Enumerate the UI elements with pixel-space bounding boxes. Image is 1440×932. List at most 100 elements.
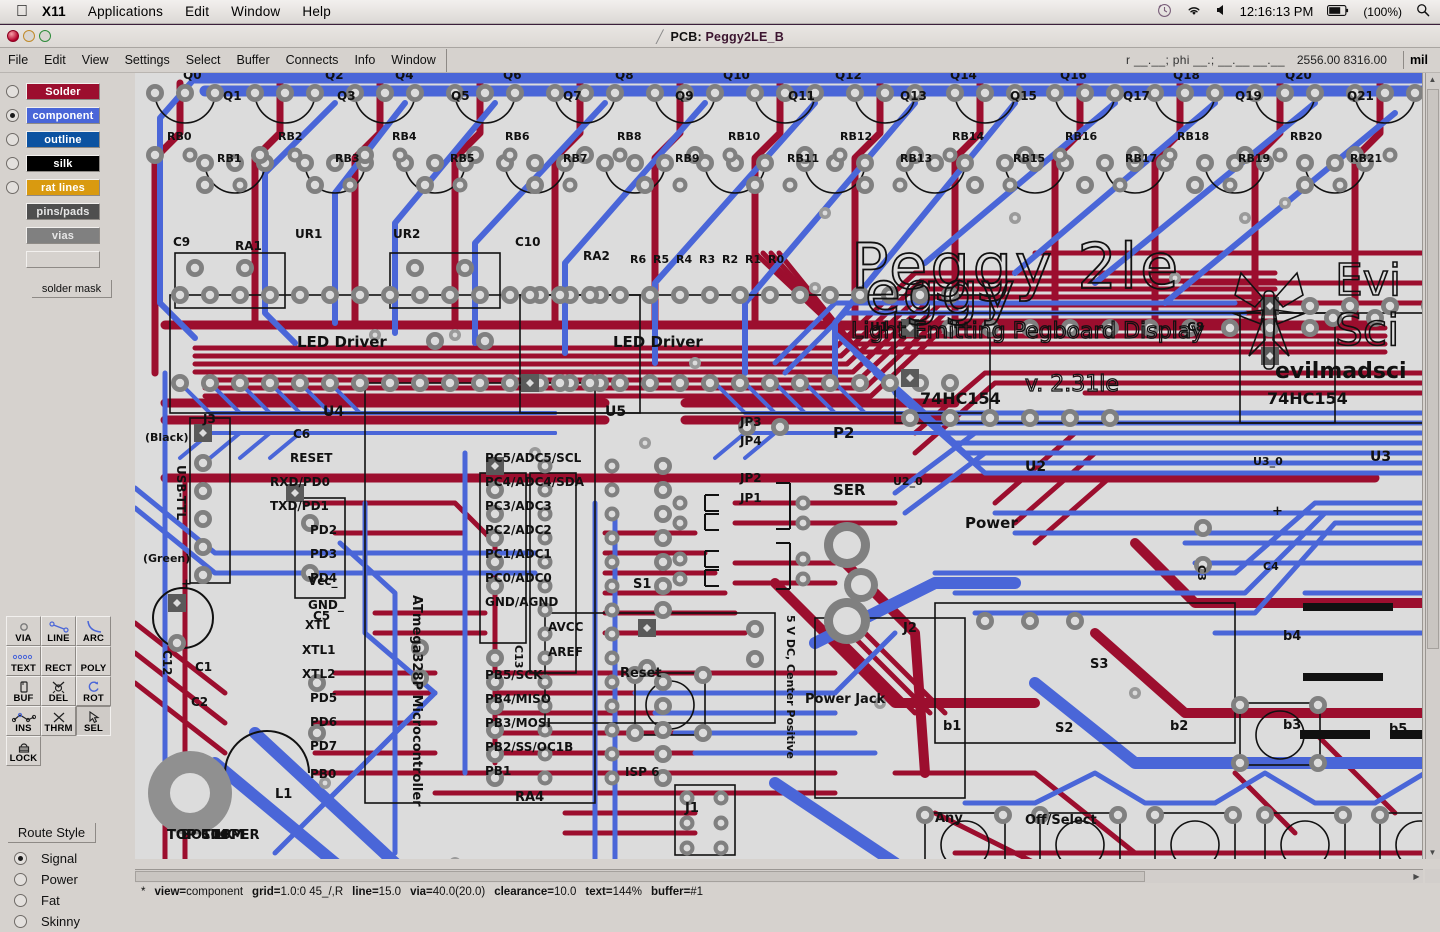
menu-window[interactable]: Window [383,51,443,69]
layer-button-ratlines[interactable]: rat lines [26,179,100,196]
layer-button-pinspads[interactable]: pins/pads [26,203,100,220]
solder-mask-button[interactable]: solder mask [32,280,112,298]
menu-item-applications[interactable]: Applications [88,4,163,19]
tool-select[interactable]: SEL [76,706,111,736]
silk-label: JP1 [739,491,762,505]
scroll-down-arrow[interactable]: ▼ [1426,846,1439,859]
layer-row-ratlines[interactable]: rat lines [6,175,133,199]
route-style-radio-skinny[interactable] [14,915,27,928]
window-title-filename: Peggy2LE_B [706,30,784,44]
pcb-layout-canvas[interactable]: eggy Peggy 2le Light Emitting Pegboard D… [135,73,1423,859]
silk-label: Q14 [950,73,977,82]
silk-label: b2 [1170,719,1188,734]
layer-row-vias[interactable]: vias [6,223,133,247]
tool-label-rect: RECT [45,664,72,674]
zoom-icon[interactable] [39,30,51,42]
horizontal-scroll-thumb[interactable] [135,871,1145,882]
tool-buffer[interactable]: BUF [6,676,41,706]
tool-via[interactable]: VIA [6,616,41,646]
menu-item-window[interactable]: Window [231,4,280,19]
tool-delete[interactable]: DEL [41,676,76,706]
layer-row-component[interactable]: component [6,103,133,127]
tool-rotate[interactable]: ROT [76,676,111,706]
route-style-radio-power[interactable] [14,873,27,886]
apple-menu-icon[interactable]:  [16,4,28,20]
horizontal-scrollbar[interactable]: ▶ [135,869,1423,883]
menu-item-x11[interactable]: X11 [42,4,66,19]
layer-button-solder[interactable]: Solder [26,83,100,100]
wifi-icon[interactable] [1186,4,1202,20]
close-icon[interactable] [7,30,19,42]
layer-button-outline[interactable]: outline [26,131,100,148]
scroll-up-arrow[interactable]: ▲ [1426,73,1439,86]
menu-connects[interactable]: Connects [278,51,347,69]
tool-lock[interactable]: LOCK [6,736,41,766]
tool-row-4: INS THRM SEL [6,706,111,736]
layer-row-pinspads[interactable]: pins/pads [6,199,133,223]
menu-file[interactable]: File [0,51,36,69]
route-style-radio-signal[interactable] [14,852,27,865]
menu-view[interactable]: View [74,51,117,69]
menu-edit[interactable]: Edit [36,51,74,69]
minimize-icon[interactable] [23,30,35,42]
layer-button-component[interactable]: component [26,107,100,124]
layer-row-outline[interactable]: outline [6,127,133,151]
silk-label: TXD/PD1 [270,499,329,513]
layer-row-silk[interactable]: silk [6,151,133,175]
tool-line[interactable]: LINE [41,616,76,646]
layer-button-silk[interactable]: silk [26,155,100,172]
status-line: line=15.0 [352,886,401,898]
silk-label: Q8 [615,73,634,82]
layer-button-vias[interactable]: vias [26,227,100,244]
route-style-label-skinny: Skinny [41,914,80,929]
layer-radio-component[interactable] [6,109,19,122]
menu-info[interactable]: Info [346,51,383,69]
silk-label: PB4/MISO [485,692,551,706]
search-icon[interactable] [1416,3,1430,20]
layer-radio-outline[interactable] [6,133,19,146]
battery-icon[interactable] [1327,4,1349,19]
vertical-scroll-thumb[interactable] [1427,89,1439,649]
layer-button-empty[interactable] [26,251,100,268]
layer-row-solder[interactable]: Solder [6,79,133,103]
layer-radio-silk[interactable] [6,157,19,170]
layer-radio-ratlines[interactable] [6,181,19,194]
tool-poly[interactable]: POLY [76,646,111,676]
menu-item-edit[interactable]: Edit [185,4,209,19]
menu-bar-clock[interactable]: 12:16:13 PM [1240,4,1314,19]
silk-label: Q3 [337,89,356,103]
board-version-text: v. 2.31le [1025,372,1119,397]
pcb-drawing: eggy Peggy 2le Light Emitting Pegboard D… [135,73,1423,859]
unit-toggle-button[interactable]: mil [1403,51,1436,69]
tool-label-sel: SEL [84,724,103,734]
time-machine-icon[interactable] [1157,3,1172,21]
route-style-power[interactable]: Power [8,869,128,890]
menu-buffer[interactable]: Buffer [229,51,278,69]
tool-arc[interactable]: ARC [76,616,111,646]
silk-label: GND/AGND [485,595,558,609]
menu-select[interactable]: Select [178,51,229,69]
scroll-right-arrow[interactable]: ▶ [1410,870,1423,883]
tool-rect[interactable]: RECT [41,646,76,676]
silk-label: Power Jack [805,692,886,707]
silk-label: RB11 [787,152,819,165]
route-style-skinny[interactable]: Skinny [8,911,128,932]
silk-label: Q17 [1123,89,1150,103]
route-style-signal[interactable]: Signal [8,848,128,869]
volume-icon[interactable] [1216,4,1226,19]
menu-settings[interactable]: Settings [117,51,178,69]
silk-label: U3_0 [1253,455,1283,468]
route-style-fat[interactable]: Fat [8,890,128,911]
tool-insert-point[interactable]: INS [6,706,41,736]
silk-label: (Black) [145,431,188,444]
route-style-title[interactable]: Route Style [8,823,96,843]
layer-radio-solder[interactable] [6,85,19,98]
menu-item-help[interactable]: Help [302,4,331,19]
route-style-radio-fat[interactable] [14,894,27,907]
tool-thermal[interactable]: THRM [41,706,76,736]
tool-text[interactable]: TEXT [6,646,41,676]
window-title-bar[interactable]: ╱ PCB: Peggy2LE_B [0,25,1440,48]
tool-label-thrm: THRM [44,724,72,734]
vertical-scrollbar[interactable]: ▲ ▼ [1425,73,1440,859]
silk-label: RB6 [505,130,530,143]
